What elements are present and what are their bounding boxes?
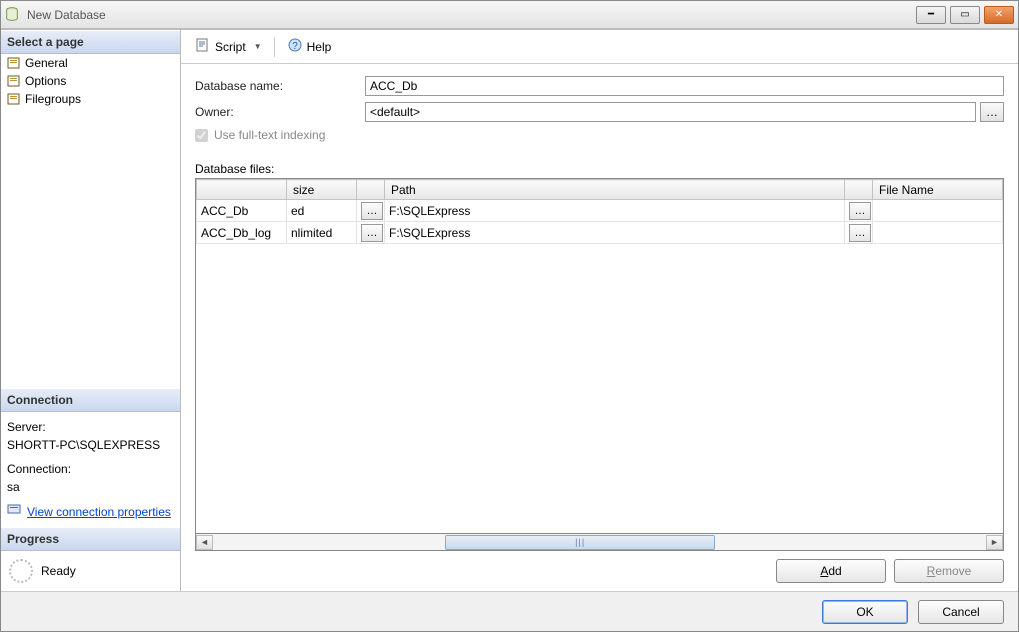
- scroll-right-button[interactable]: ►: [986, 535, 1003, 550]
- view-connection-properties[interactable]: View connection properties: [27, 503, 171, 521]
- owner-input[interactable]: [365, 102, 976, 122]
- server-value: SHORTT-PC\SQLEXPRESS: [7, 436, 174, 454]
- cell-path-browse[interactable]: …: [845, 200, 873, 222]
- page-label: Filegroups: [25, 92, 81, 106]
- script-button[interactable]: Script ▼: [191, 35, 266, 58]
- cell-path[interactable]: F:\SQLExpress: [385, 200, 845, 222]
- fulltext-checkbox: [195, 129, 208, 142]
- col-name[interactable]: [197, 180, 287, 200]
- window: New Database ━ ▭ ✕ Select a page General…: [0, 0, 1019, 632]
- server-label: Server:: [7, 418, 174, 436]
- remove-button: Remove: [894, 559, 1004, 583]
- svg-text:?: ?: [292, 41, 298, 52]
- page-list: General Options Filegroups: [1, 54, 180, 388]
- col-path[interactable]: Path: [385, 180, 845, 200]
- page-options[interactable]: Options: [1, 72, 180, 90]
- files-label: Database files:: [195, 162, 1004, 176]
- page-icon: [7, 74, 21, 88]
- cell-size-browse[interactable]: …: [357, 222, 385, 244]
- database-icon: [5, 7, 21, 23]
- page-label: General: [25, 56, 68, 70]
- help-icon: ?: [287, 37, 303, 56]
- page-icon: [7, 56, 21, 70]
- help-label: Help: [307, 40, 332, 54]
- dbname-label: Database name:: [195, 79, 365, 93]
- form: Database name: Owner: … Use full-text in…: [181, 64, 1018, 158]
- scroll-left-button[interactable]: ◄: [196, 535, 213, 550]
- col-btn2[interactable]: [845, 180, 873, 200]
- titlebar: New Database ━ ▭ ✕: [1, 1, 1018, 29]
- grid-container: size Path File Name ACC_Db ed: [195, 178, 1004, 551]
- page-icon: [7, 92, 21, 106]
- script-icon: [195, 37, 211, 56]
- window-buttons: ━ ▭ ✕: [916, 6, 1014, 24]
- cell-path[interactable]: F:\SQLExpress: [385, 222, 845, 244]
- ellipsis-button[interactable]: …: [849, 202, 871, 220]
- table-row[interactable]: ACC_Db_log nlimited … F:\SQLExpress …: [197, 222, 1003, 244]
- progress-header: Progress: [1, 527, 180, 551]
- cell-path-browse[interactable]: …: [845, 222, 873, 244]
- cancel-button[interactable]: Cancel: [918, 600, 1004, 624]
- close-button[interactable]: ✕: [984, 6, 1014, 24]
- dbname-input[interactable]: [365, 76, 1004, 96]
- content: Script ▼ ? Help Database name: Owner: …: [181, 30, 1018, 591]
- select-page-header: Select a page: [1, 30, 180, 54]
- files-grid[interactable]: size Path File Name ACC_Db ed: [195, 178, 1004, 534]
- cell-name[interactable]: ACC_Db: [197, 200, 287, 222]
- ellipsis-button[interactable]: …: [361, 202, 383, 220]
- toolbar: Script ▼ ? Help: [181, 30, 1018, 64]
- table-row[interactable]: ACC_Db ed … F:\SQLExpress …: [197, 200, 1003, 222]
- horizontal-scrollbar[interactable]: ◄ ||| ►: [195, 534, 1004, 551]
- cell-size-browse[interactable]: …: [357, 200, 385, 222]
- properties-icon: [7, 502, 21, 521]
- owner-browse-button[interactable]: …: [980, 102, 1004, 122]
- spinner-icon: [9, 559, 33, 583]
- connection-label: Connection:: [7, 460, 174, 478]
- minimize-button[interactable]: ━: [916, 6, 946, 24]
- ellipsis-button[interactable]: …: [849, 224, 871, 242]
- scroll-track[interactable]: |||: [213, 535, 986, 550]
- connection-header: Connection: [1, 388, 180, 412]
- window-title: New Database: [27, 8, 916, 22]
- ellipsis-button[interactable]: …: [361, 224, 383, 242]
- progress-body: Ready: [1, 551, 180, 591]
- cell-filename[interactable]: [873, 222, 1003, 244]
- col-btn1[interactable]: [357, 180, 385, 200]
- connection-value: sa: [7, 478, 174, 496]
- dropdown-icon: ▼: [254, 42, 262, 51]
- body: Select a page General Options Filegroups…: [1, 29, 1018, 591]
- progress-status: Ready: [41, 564, 76, 578]
- add-button[interactable]: Add: [776, 559, 886, 583]
- script-label: Script: [215, 40, 246, 54]
- cell-size[interactable]: nlimited: [287, 222, 357, 244]
- fulltext-label: Use full-text indexing: [214, 128, 325, 142]
- scroll-thumb[interactable]: |||: [445, 535, 716, 550]
- col-filename[interactable]: File Name: [873, 180, 1003, 200]
- page-general[interactable]: General: [1, 54, 180, 72]
- maximize-button[interactable]: ▭: [950, 6, 980, 24]
- help-button[interactable]: ? Help: [283, 35, 336, 58]
- col-size[interactable]: size: [287, 180, 357, 200]
- grid-buttons: Add Remove: [181, 551, 1018, 591]
- footer: OK Cancel: [1, 591, 1018, 631]
- left-panel: Select a page General Options Filegroups…: [1, 30, 181, 591]
- cell-name[interactable]: ACC_Db_log: [197, 222, 287, 244]
- page-filegroups[interactable]: Filegroups: [1, 90, 180, 108]
- owner-label: Owner:: [195, 105, 365, 119]
- cell-size[interactable]: ed: [287, 200, 357, 222]
- cell-filename[interactable]: [873, 200, 1003, 222]
- ok-button[interactable]: OK: [822, 600, 908, 624]
- connection-body: Server: SHORTT-PC\SQLEXPRESS Connection:…: [1, 412, 180, 527]
- page-label: Options: [25, 74, 66, 88]
